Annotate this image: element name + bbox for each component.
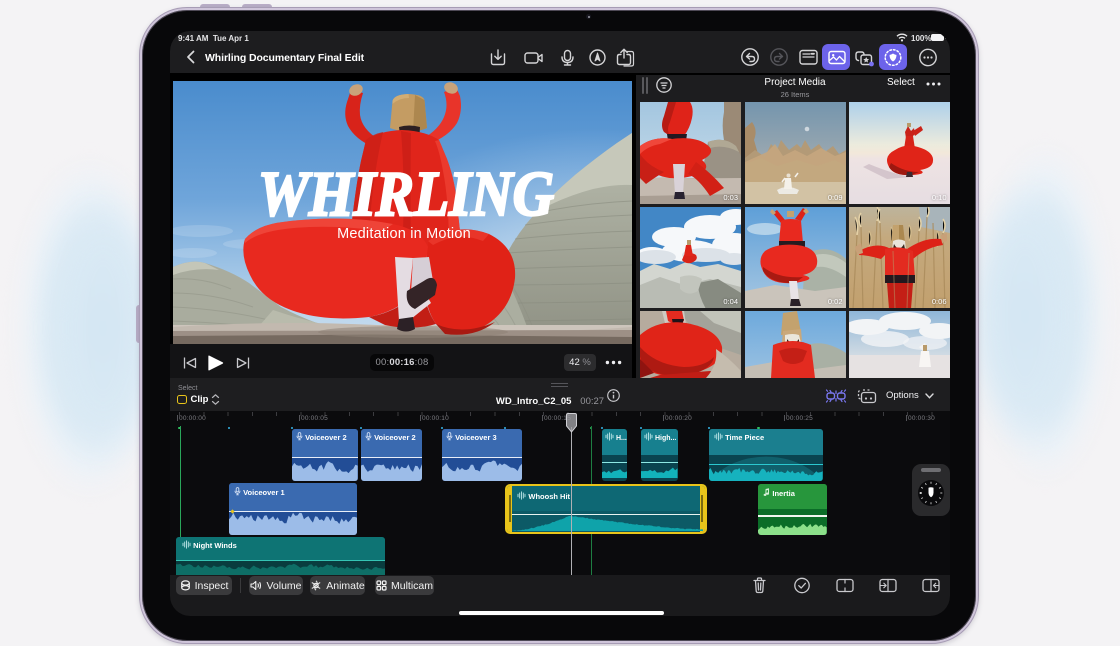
svg-text:Meditation in Motion: Meditation in Motion [337, 226, 471, 242]
svg-text:WHIRLING: WHIRLING [258, 159, 554, 229]
